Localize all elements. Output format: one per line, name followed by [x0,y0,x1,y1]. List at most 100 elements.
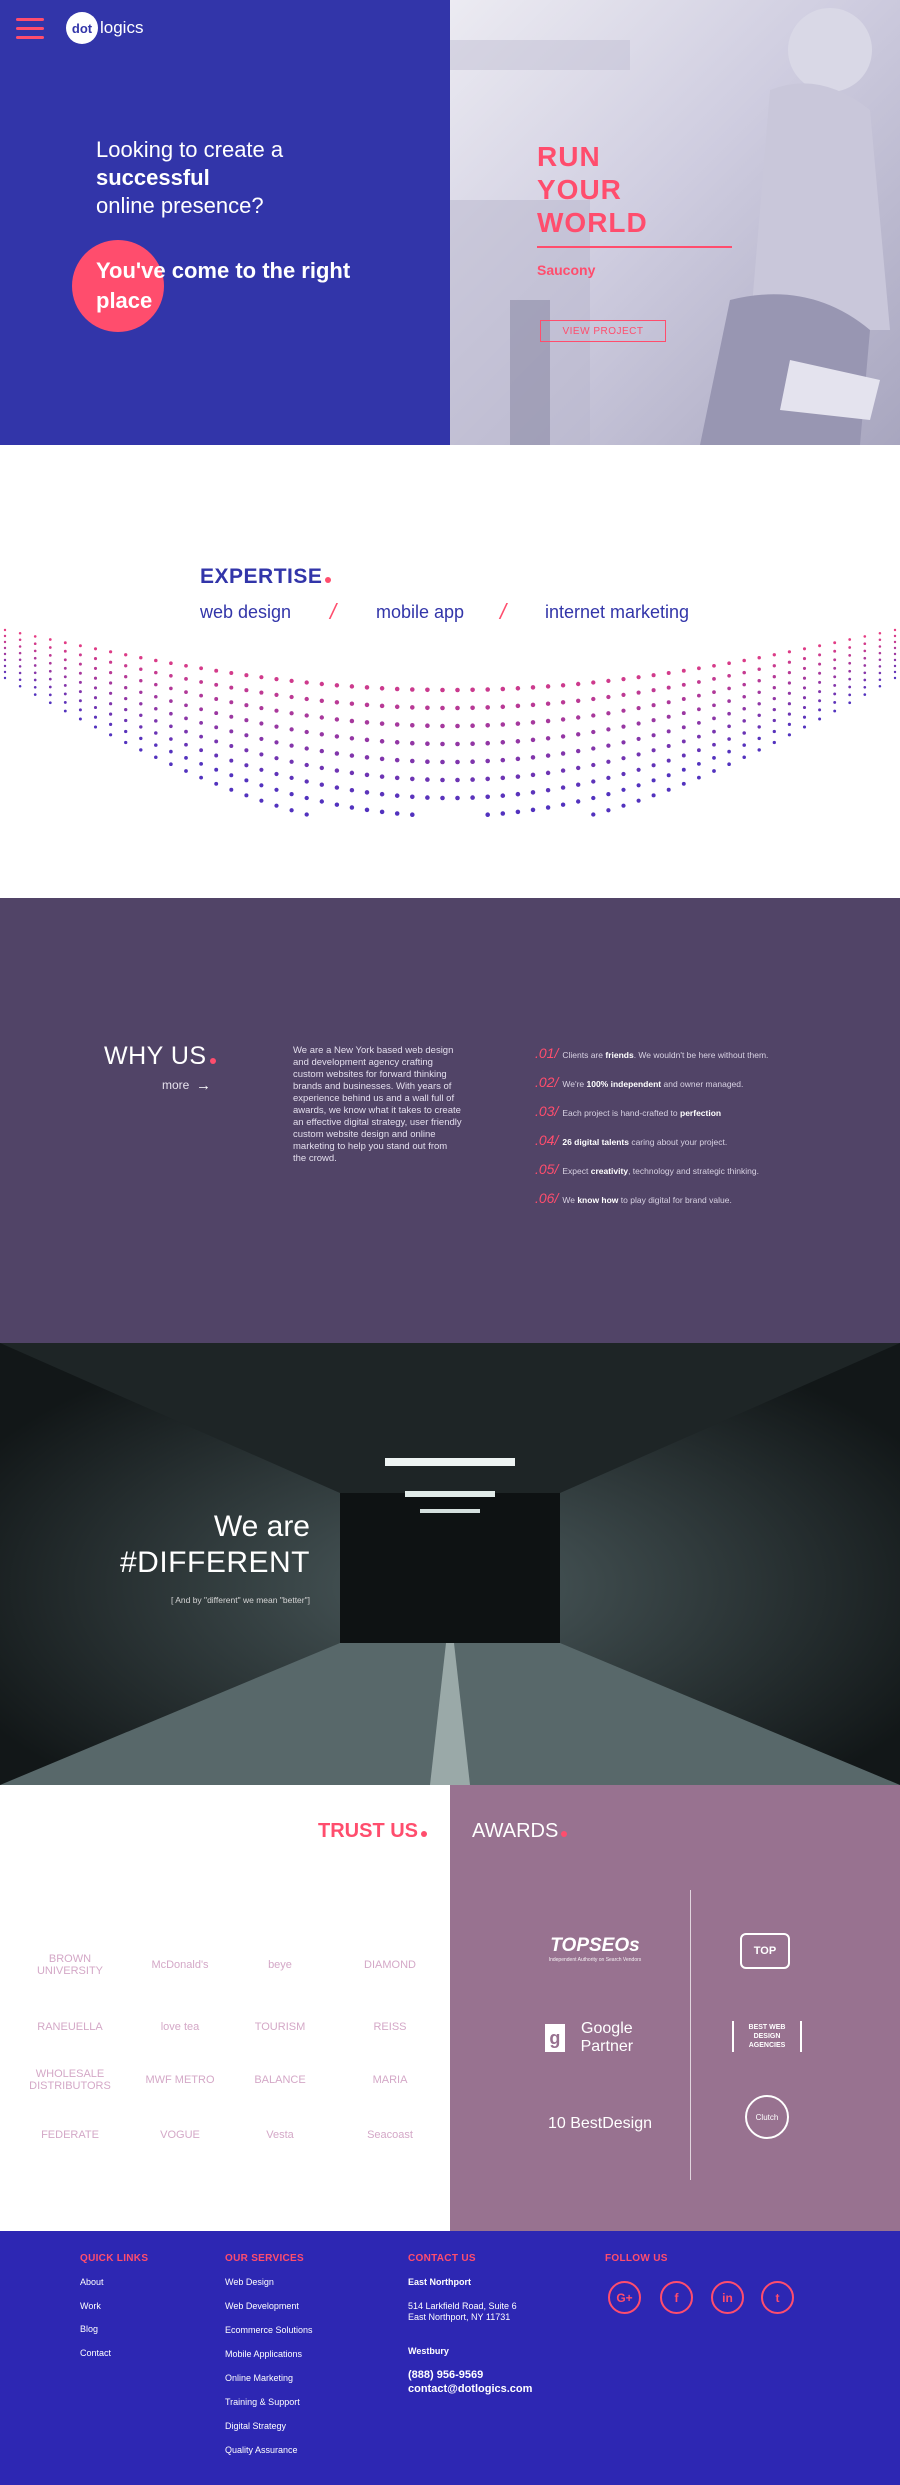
wave-dot [18,671,22,675]
wave-dot [787,702,792,706]
logo[interactable]: dot logics [66,12,143,44]
wave-dot [636,767,641,772]
footer-service-link[interactable]: Online Marketing [225,2373,293,2383]
footer-service-link[interactable]: Training & Support [225,2397,300,2407]
wave-dot [530,720,536,725]
wave-dot [184,663,188,668]
wave-dot [621,803,626,808]
footer-service-link[interactable]: Web Design [225,2277,274,2287]
expertise-title: EXPERTISE [200,565,332,589]
why-us-more-link[interactable]: more [162,1078,189,1092]
footer-quick-link[interactable]: Contact [80,2348,111,2358]
footer-quick-link[interactable]: About [80,2277,104,2287]
footer-contact-title: CONTACT US [408,2253,476,2264]
wave-dot [93,715,98,719]
footer-service-link[interactable]: Ecommerce Solutions [225,2325,313,2335]
twitter-icon[interactable]: t [761,2281,794,2314]
trust-title-text: TRUST US [318,1820,418,1842]
feature-client: Saucony [537,262,596,278]
wave-dot [863,649,867,653]
trust-title: TRUST US [318,1820,427,1843]
wave-dot [621,677,626,682]
point-number: .03/ [535,1103,559,1119]
wave-dot [757,667,761,671]
wave-dot [169,711,173,716]
wave-dot [802,725,807,729]
wave-dot [78,680,82,684]
wave-dot [63,666,67,670]
wave-dot [833,649,837,653]
why-us-points: .01/Clients are friends. We wouldn't be … [535,1045,835,1219]
google-plus-icon[interactable]: G+ [608,2281,641,2314]
footer-follow-title: FOLLOW US [605,2253,668,2264]
wave-dot [33,678,37,682]
wave-dot [742,743,746,747]
wave-dot [334,802,340,807]
wave-dot [139,678,143,683]
footer-service-link[interactable]: Digital Strategy [225,2421,286,2431]
wave-dot [818,690,822,694]
wave-dot [787,671,792,675]
point-number: .05/ [535,1161,559,1177]
wave-dot [802,657,807,661]
wave-dot [606,694,611,700]
linkedin-icon[interactable]: in [711,2281,744,2314]
footer-quick-link[interactable]: Work [80,2301,101,2311]
title-dot [325,577,332,583]
wave-dot [560,751,566,756]
wave-dot [109,681,113,685]
wave-dot [124,664,128,668]
wave-dot [802,715,807,719]
footer-phone[interactable]: (888) 956-9569 [408,2369,483,2381]
wave-dot [515,809,521,815]
wave-dot [63,675,67,679]
flickr-icon[interactable]: f [660,2281,693,2314]
wave-dot [697,707,701,712]
wave-dot [500,811,506,816]
wave-dot [636,706,641,711]
wave-dot [485,740,490,746]
wave-dot [33,635,37,638]
view-project-button[interactable]: VIEW PROJECT [540,320,666,342]
wave-dot [410,758,415,764]
wave-dot [154,755,158,759]
wave-dot [93,725,98,729]
footer-service-link[interactable]: Quality Assurance [225,2445,298,2455]
wave-dot [334,717,340,722]
wave-dot [530,807,536,813]
wave-dot [576,732,581,737]
footer-email[interactable]: contact@dotlogics.com [408,2383,532,2395]
wave-dot [848,701,852,705]
hero-cta-line1: You've come to the right [96,258,351,283]
footer-service-link[interactable]: Mobile Applications [225,2349,302,2359]
wave-dot [154,694,158,699]
footer-quick-link[interactable]: Blog [80,2324,98,2334]
wave-dot [139,713,143,718]
wave-dot [289,711,294,716]
wave-dot [229,787,234,792]
wave-dot [154,670,158,675]
wave-dot [244,703,249,708]
footer-office-1: East Northport [408,2277,471,2287]
wave-dot [636,675,641,680]
wave-dot [3,664,7,668]
wave-dot [515,739,521,744]
wave-dot [124,707,128,712]
arrow-right-icon[interactable]: → [196,1077,211,1094]
hamburger-icon[interactable] [16,18,44,40]
wave-dot [3,628,7,632]
wave-dot [470,777,475,782]
wave-dot [394,740,400,745]
wave-dot [33,649,37,653]
google-icon: g [545,2024,565,2052]
wave-dot [304,713,309,718]
wave-dot [78,717,82,721]
wave-dot [394,775,400,781]
footer-service-link[interactable]: Web Development [225,2301,299,2311]
wave-dot [274,724,279,729]
title-dot [209,1058,216,1064]
wave-dot [727,762,731,767]
wave-dot [772,729,776,734]
wave-dot [48,646,52,649]
wave-dot [727,737,731,741]
